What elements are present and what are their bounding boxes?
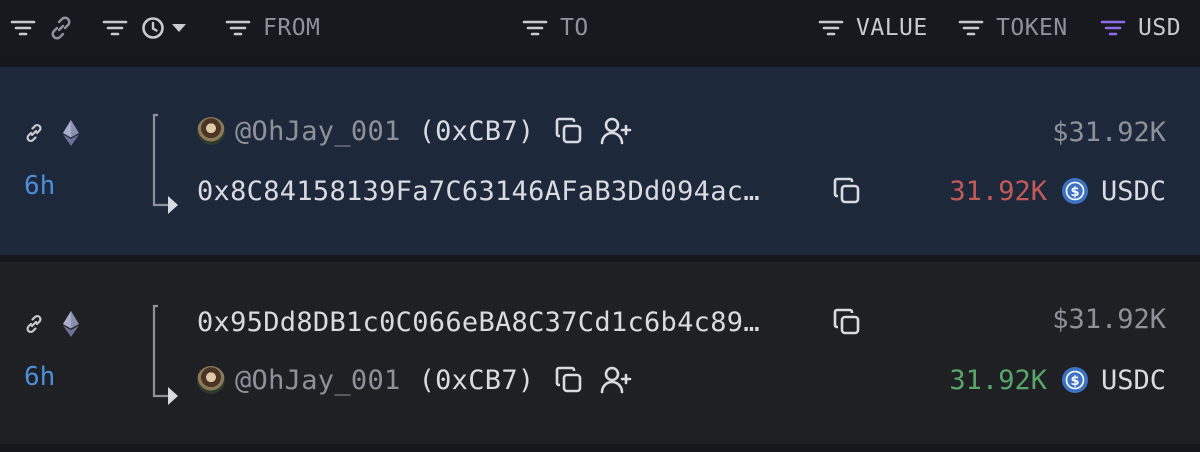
usd-column-header[interactable]: USD	[1100, 0, 1181, 56]
usdc-icon: $	[1061, 367, 1088, 393]
amount-out: 31.92K	[949, 175, 1047, 207]
clock-icon[interactable]	[140, 15, 166, 41]
to-column-label: TO	[560, 15, 589, 41]
token-column-header[interactable]: TOKEN	[958, 0, 1068, 56]
token-amount: 31.92K $ USDC	[949, 358, 1166, 402]
filter-icon[interactable]	[1100, 19, 1126, 37]
link-icon[interactable]	[48, 15, 74, 41]
copy-icon[interactable]	[832, 176, 862, 206]
caret-down-icon[interactable]	[170, 19, 188, 37]
from-column-header[interactable]: FROM	[225, 0, 320, 56]
from-entity-address-short: (0xCB7)	[418, 115, 535, 147]
to-entity[interactable]: @OhJay_001 (0xCB7)	[197, 358, 632, 402]
transfers-table: FROM TO VALUE TOKEN USD 6h @OhJay_001 (0…	[0, 0, 1200, 452]
avatar	[197, 117, 225, 145]
to-column-header[interactable]: TO	[522, 0, 589, 56]
filter-icon[interactable]	[102, 19, 128, 37]
amount-in: 31.92K	[949, 364, 1047, 396]
to-address-text[interactable]: 0x8C84158139Fa7C63146AFaB3Dd094ac…	[197, 176, 760, 207]
transfer-direction-bracket	[152, 113, 178, 214]
token-name[interactable]: USDC	[1101, 176, 1166, 207]
time-ago[interactable]: 6h	[24, 362, 55, 392]
copy-icon[interactable]	[554, 116, 584, 146]
usd-value: $31.92K	[1052, 117, 1166, 148]
filter-icon[interactable]	[522, 19, 548, 37]
filter-icon[interactable]	[225, 19, 251, 37]
usdc-icon: $	[1061, 178, 1088, 204]
time-ago[interactable]: 6h	[24, 171, 55, 201]
link-filter[interactable]	[10, 0, 74, 56]
add-user-icon[interactable]	[600, 116, 632, 146]
token-name[interactable]: USDC	[1101, 365, 1166, 396]
transfer-row[interactable]: 6h @OhJay_001 (0xCB7) 0x8C84158139Fa7C63…	[0, 67, 1200, 255]
value-column-header[interactable]: VALUE	[818, 0, 928, 56]
from-column-label: FROM	[263, 15, 321, 41]
filter-icon[interactable]	[818, 19, 844, 37]
add-user-icon[interactable]	[600, 365, 632, 395]
value-column-label: VALUE	[856, 15, 928, 41]
from-address[interactable]: 0x95Dd8DB1c0C066eBA8C37Cd1c6b4c89…	[197, 300, 760, 344]
from-entity-name[interactable]: @OhJay_001	[235, 116, 401, 147]
token-column-label: TOKEN	[996, 15, 1068, 41]
from-entity[interactable]: @OhJay_001 (0xCB7)	[197, 109, 632, 153]
link-icon[interactable]	[24, 123, 44, 147]
svg-text:$: $	[1070, 185, 1079, 200]
filter-icon[interactable]	[10, 19, 36, 37]
table-header: FROM TO VALUE TOKEN USD	[0, 0, 1200, 56]
avatar	[197, 366, 225, 394]
time-filter[interactable]	[102, 0, 188, 56]
ethereum-icon	[62, 119, 80, 151]
svg-text:$: $	[1070, 374, 1079, 389]
filter-icon[interactable]	[958, 19, 984, 37]
to-entity-name[interactable]: @OhJay_001	[235, 365, 401, 396]
usd-column-label: USD	[1138, 15, 1182, 41]
usd-value: $31.92K	[1052, 304, 1166, 335]
from-address-text[interactable]: 0x95Dd8DB1c0C066eBA8C37Cd1c6b4c89…	[197, 307, 760, 338]
ethereum-icon	[62, 310, 80, 342]
token-amount: 31.92K $ USDC	[949, 169, 1166, 213]
copy-icon[interactable]	[554, 365, 584, 395]
to-address[interactable]: 0x8C84158139Fa7C63146AFaB3Dd094ac…	[197, 169, 760, 213]
copy-icon[interactable]	[832, 307, 862, 337]
transfer-direction-bracket	[152, 304, 178, 405]
to-entity-address-short: (0xCB7)	[418, 364, 535, 396]
link-icon[interactable]	[24, 314, 44, 338]
transfer-row[interactable]: 6h 0x95Dd8DB1c0C066eBA8C37Cd1c6b4c89… @O…	[0, 262, 1200, 444]
